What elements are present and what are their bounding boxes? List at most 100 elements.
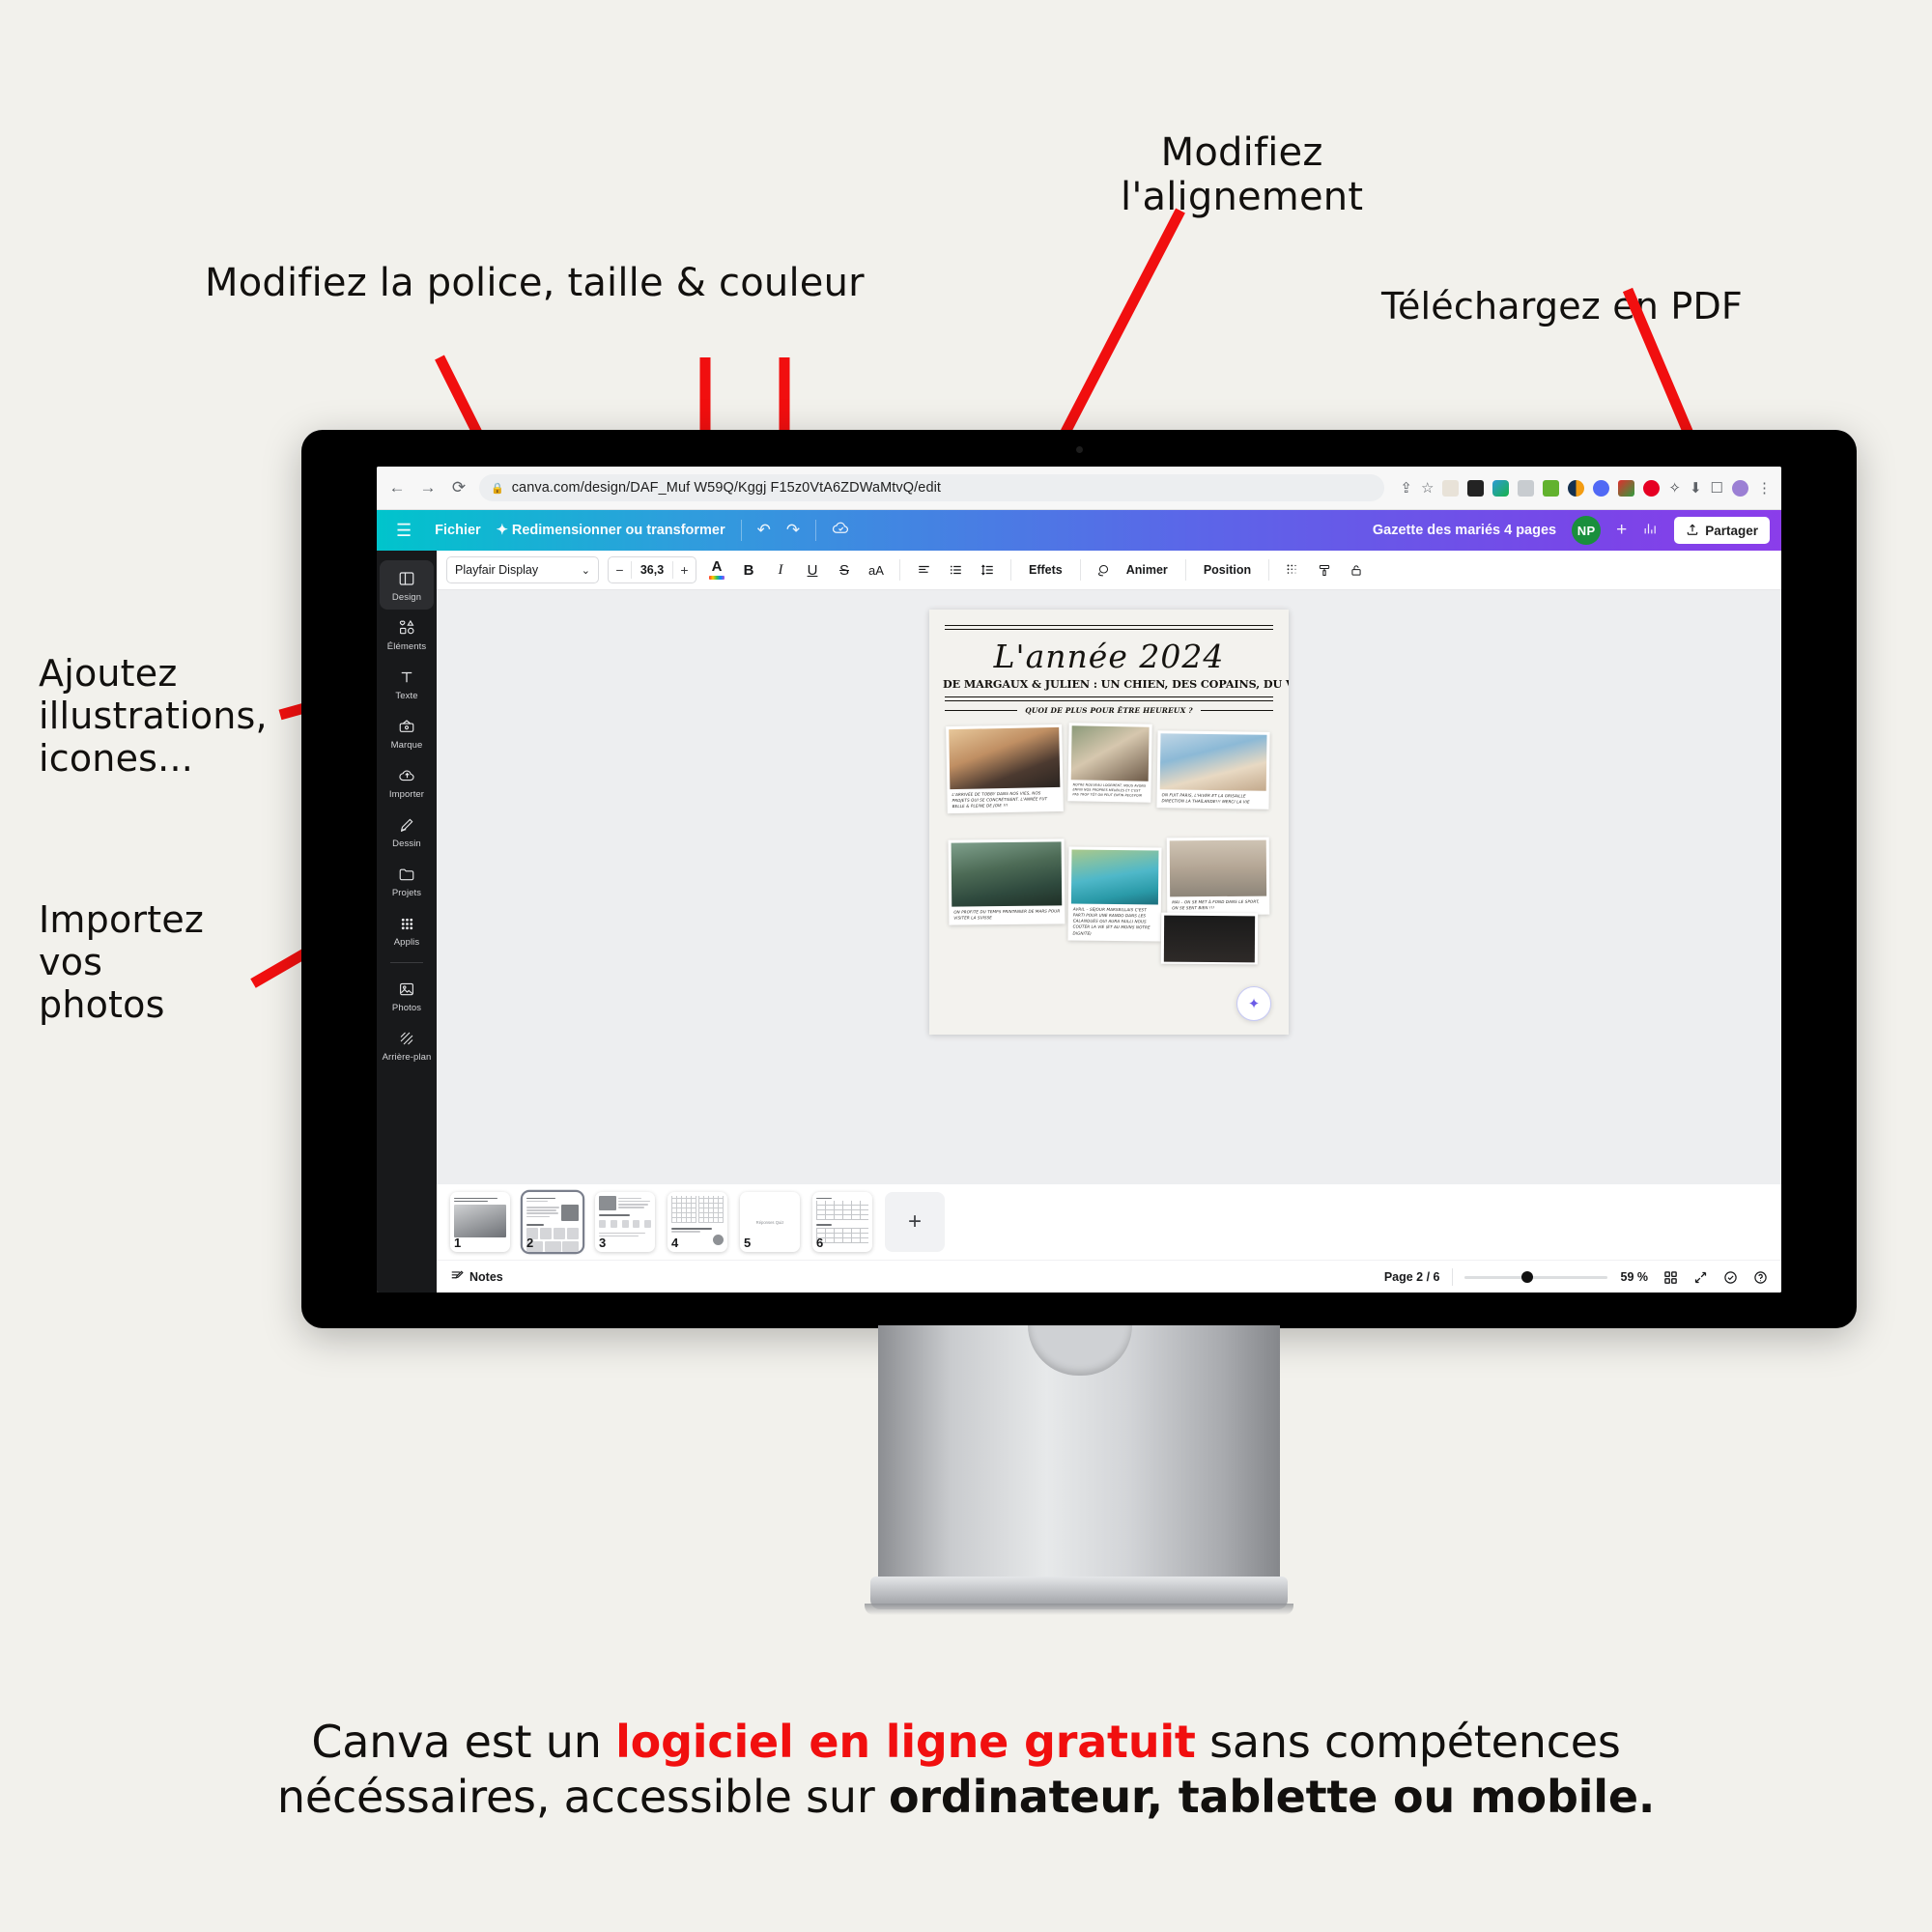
italic-button[interactable]: I	[769, 557, 792, 582]
canvas-area[interactable]: L'année 2024 DE MARGAUX & JULIEN : UN CH…	[437, 590, 1781, 1183]
moon-icon[interactable]	[1568, 479, 1585, 497]
eyedropper-icon[interactable]	[1442, 479, 1460, 497]
align-left-icon[interactable]	[912, 557, 935, 582]
reload-icon[interactable]: ⟳	[448, 477, 469, 498]
bookmark-icon[interactable]: ☆	[1421, 479, 1434, 497]
sidebar-item-marque[interactable]: Marque	[380, 708, 434, 757]
sidebar-item-elements[interactable]: Éléments	[380, 610, 434, 659]
zoom-slider[interactable]	[1463, 1271, 1607, 1283]
line-spacing-icon[interactable]	[976, 557, 999, 582]
list-icon[interactable]	[944, 557, 967, 582]
redo-icon[interactable]: ↷	[786, 521, 800, 540]
lock-icon[interactable]	[1345, 557, 1368, 582]
layout-icon	[398, 569, 415, 588]
photo-thumbnail	[949, 726, 1061, 790]
undo-icon[interactable]: ↶	[757, 521, 771, 540]
document-masthead[interactable]: L'année 2024	[943, 638, 1275, 675]
screenshot-icon[interactable]	[1518, 479, 1535, 497]
grammar-icon[interactable]	[1543, 479, 1560, 497]
share-page-icon[interactable]: ⇪	[1400, 479, 1412, 497]
document-subhead[interactable]: DE MARGAUX & JULIEN : UN CHIEN, DES COPA…	[943, 677, 1289, 691]
translate-icon[interactable]	[1492, 479, 1510, 497]
underline-button[interactable]: U	[801, 557, 824, 582]
help-icon[interactable]	[1753, 1270, 1768, 1285]
resize-button[interactable]: ✦ Redimensionner ou transformer	[497, 523, 725, 538]
effects-button[interactable]: Effets	[1023, 563, 1068, 577]
magic-assistant-icon[interactable]: ✦	[1236, 986, 1271, 1021]
page-number: 4	[671, 1236, 679, 1250]
page-thumbnail[interactable]: 3	[595, 1192, 655, 1252]
photo-card[interactable]: L'ARRIVÉE DE TOBBY DANS NOS VIES, NOS PR…	[946, 724, 1064, 814]
zoom-value[interactable]: 59 %	[1621, 1270, 1649, 1284]
page-thumbnail[interactable]: 1	[450, 1192, 510, 1252]
back-icon[interactable]: ←	[386, 477, 408, 498]
paint-roller-icon[interactable]	[1313, 557, 1336, 582]
position-button[interactable]: Position	[1198, 563, 1257, 577]
page5-label: Réponses Quiz	[755, 1219, 784, 1225]
sidebar-item-texte[interactable]: Texte	[380, 659, 434, 708]
cloud-saved-icon[interactable]	[832, 519, 850, 542]
page-thumbnail[interactable]: Réponses Quiz 5	[740, 1192, 800, 1252]
transparency-icon[interactable]	[1281, 557, 1304, 582]
text-color-button[interactable]: A	[705, 559, 728, 581]
puzzle-icon[interactable]: ✧	[1668, 479, 1681, 497]
hamburger-menu-icon[interactable]: ☰	[388, 521, 419, 541]
font-family-select[interactable]: Playfair Display ⌄	[446, 556, 599, 583]
forward-icon[interactable]: →	[417, 477, 439, 498]
add-member-icon[interactable]: +	[1616, 520, 1627, 541]
document-kicker[interactable]: QUOI DE PLUS POUR ÊTRE HEUREUX ?	[1025, 706, 1193, 715]
settings-icon[interactable]	[1593, 479, 1610, 497]
page-thumbnail[interactable]: 4	[668, 1192, 727, 1252]
design-page[interactable]: L'année 2024 DE MARGAUX & JULIEN : UN CH…	[929, 610, 1289, 1035]
photo-card[interactable]: ON FUIT PARIS, L'HIVER ET LA GRISAILLE D…	[1156, 730, 1270, 810]
animate-icon[interactable]	[1093, 557, 1116, 582]
notes-button[interactable]: Notes	[450, 1269, 503, 1286]
photo-thumbnail	[951, 841, 1063, 907]
font-size-decrease[interactable]: −	[609, 562, 631, 578]
add-page-button[interactable]: +	[885, 1192, 945, 1252]
chrome-menu-icon[interactable]: ⋮	[1757, 479, 1772, 497]
pinterest-icon[interactable]	[1643, 479, 1661, 497]
insights-icon[interactable]	[1642, 521, 1659, 541]
sidebar-item-projets[interactable]: Projets	[380, 856, 434, 905]
sidebar-item-photos[interactable]: Photos	[380, 971, 434, 1020]
avatar[interactable]: NP	[1572, 516, 1602, 545]
footer-caption: Canva est un logiciel en ligne gratuit s…	[0, 1715, 1932, 1825]
sidepanel-icon[interactable]: ☐	[1711, 479, 1723, 497]
sidebar-item-arriere-plan[interactable]: Arrière-plan	[380, 1020, 434, 1069]
font-size-value[interactable]: 36,3	[632, 563, 672, 577]
design-title[interactable]: Gazette des mariés 4 pages	[1373, 523, 1556, 538]
animate-button[interactable]: Animer	[1124, 563, 1174, 577]
fullscreen-icon[interactable]	[1693, 1270, 1708, 1285]
letter-case-button[interactable]: aA	[865, 557, 888, 582]
fx-icon[interactable]	[1467, 479, 1485, 497]
photo-card[interactable]: ON PROFITE DU TEMPS PRINTANIER DE MARS P…	[948, 838, 1065, 925]
page-thumbnail[interactable]: 2	[523, 1192, 582, 1252]
resize-sparkle-icon: ✦	[496, 523, 508, 538]
sidebar-item-design[interactable]: Design	[380, 560, 434, 610]
sidebar-item-applis[interactable]: Applis	[380, 905, 434, 954]
bold-button[interactable]: B	[737, 557, 760, 582]
color-swatch	[709, 576, 724, 580]
font-size-increase[interactable]: +	[673, 562, 696, 578]
photo-card[interactable]: AVRIL – SÉJOUR MARSEILLAIS C'EST PARTI P…	[1067, 846, 1162, 942]
profile-avatar-icon[interactable]	[1732, 479, 1748, 497]
font-size-stepper[interactable]: − 36,3 +	[608, 556, 696, 583]
canva-top-bar: ☰ Fichier ✦ Redimensionner ou transforme…	[377, 510, 1781, 551]
zoom-slider-handle[interactable]	[1520, 1271, 1533, 1283]
share-button[interactable]: Partager	[1674, 517, 1770, 544]
photo-card[interactable]: MAI – ON SE MET À FOND DANS LE SPORT, ON…	[1166, 837, 1270, 916]
sidebar-item-importer[interactable]: Importer	[380, 757, 434, 807]
share-label: Partager	[1705, 523, 1758, 538]
page-thumbnail[interactable]: 6	[812, 1192, 872, 1252]
check-circle-icon[interactable]	[1723, 1270, 1738, 1285]
file-menu-button[interactable]: Fichier	[435, 523, 481, 538]
download-icon[interactable]: ⬇	[1690, 479, 1702, 497]
sidebar-item-dessin[interactable]: Dessin	[380, 807, 434, 856]
eco-icon[interactable]	[1618, 479, 1635, 497]
address-bar[interactable]: 🔒 canva.com/design/DAF_Muf W59Q/Kggj F15…	[479, 474, 1385, 501]
strikethrough-button[interactable]: S	[833, 557, 856, 582]
photo-card[interactable]: NOTRE NOUVEAU LOGEMENT, NOUS AVONS ENFIN…	[1067, 723, 1152, 803]
photo-card[interactable]	[1160, 912, 1259, 965]
grid-view-icon[interactable]	[1663, 1270, 1678, 1285]
